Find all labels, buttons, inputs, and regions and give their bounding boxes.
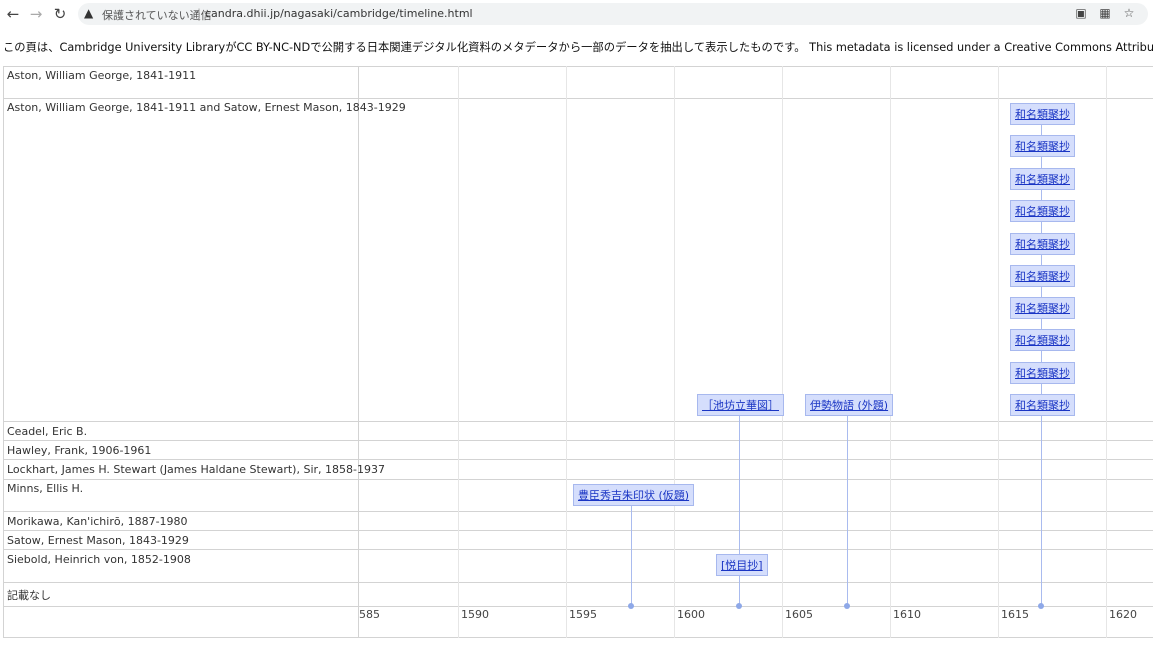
row-divider: [3, 637, 1153, 638]
warning-icon[interactable]: ▲: [84, 6, 93, 20]
table-border-left: [3, 66, 4, 638]
axis-tick: 1620: [1109, 608, 1137, 621]
bookmark-star-icon[interactable]: ☆: [1121, 6, 1137, 20]
year-gridline: [458, 66, 459, 638]
event-wamyo-ruijusho[interactable]: 和名類聚抄: [1010, 103, 1075, 125]
row-divider: [3, 549, 1153, 550]
row-label-aston: Aston, William George, 1841-1911: [7, 69, 197, 82]
row-label-hawley: Hawley, Frank, 1906-1961: [7, 444, 152, 457]
row-label-morikawa: Morikawa, Kan'ichirō, 1887-1980: [7, 515, 188, 528]
axis-tick: 585: [359, 608, 380, 621]
row-divider: [3, 459, 1153, 460]
row-label-unrecorded: 記載なし: [7, 589, 51, 602]
row-label-siebold: Siebold, Heinrich von, 1852-1908: [7, 553, 191, 566]
axis-tick: 1615: [1001, 608, 1029, 621]
address-bar[interactable]: ▲ 保護されていない通信 | candra.dhii.jp/nagasaki/c…: [78, 3, 1148, 25]
row-divider: [3, 606, 1153, 607]
event-wamyo-ruijusho[interactable]: 和名類聚抄: [1010, 362, 1075, 384]
event-ise-monogatari[interactable]: 伊勢物語 (外題): [805, 394, 894, 416]
row-divider: [3, 479, 1153, 480]
back-icon[interactable]: ←: [2, 3, 24, 25]
reload-icon[interactable]: ↻: [49, 3, 71, 25]
event-toyotomi-shuinjo[interactable]: 豊臣秀吉朱印状 (仮題): [573, 484, 695, 506]
event-wamyo-ruijusho[interactable]: 和名類聚抄: [1010, 168, 1075, 190]
row-label-minns: Minns, Ellis H.: [7, 482, 84, 495]
license-notice: この頁は、Cambridge University LibraryがCC BY-…: [3, 41, 1153, 54]
event-wamyo-ruijusho[interactable]: 和名類聚抄: [1010, 394, 1075, 416]
event-ikenobo-rikka-zu[interactable]: ［池坊立華図］: [697, 394, 784, 416]
label-column-divider: [358, 66, 359, 638]
year-gridline: [674, 66, 675, 638]
install-app-icon[interactable]: ▣: [1073, 6, 1089, 20]
qr-code-icon[interactable]: ▦: [1097, 6, 1113, 20]
row-divider: [3, 98, 1153, 99]
event-wamyo-ruijusho[interactable]: 和名類聚抄: [1010, 265, 1075, 287]
year-gridline: [1106, 66, 1107, 638]
axis-tick: 1610: [893, 608, 921, 621]
address-separator: |: [197, 7, 202, 21]
row-label-aston-satow: Aston, William George, 1841-1911 and Sat…: [7, 101, 406, 114]
axis-tick: 1600: [677, 608, 705, 621]
event-dot: [736, 603, 742, 609]
year-gridline: [566, 66, 567, 638]
row-label-satow: Satow, Ernest Mason, 1843-1929: [7, 534, 189, 547]
year-gridline: [782, 66, 783, 638]
event-stem: [631, 505, 632, 606]
row-divider: [3, 582, 1153, 583]
row-label-ceadel: Ceadel, Eric B.: [7, 425, 88, 438]
event-dot: [844, 603, 850, 609]
row-divider: [3, 530, 1153, 531]
axis-tick: 1605: [785, 608, 813, 621]
event-wamyo-ruijusho[interactable]: 和名類聚抄: [1010, 297, 1075, 319]
row-divider: [3, 421, 1153, 422]
url-text[interactable]: candra.dhii.jp/nagasaki/cambridge/timeli…: [205, 7, 473, 20]
event-wamyo-ruijusho[interactable]: 和名類聚抄: [1010, 329, 1075, 351]
event-wamyo-ruijusho[interactable]: 和名類聚抄: [1010, 233, 1075, 255]
timeline-table: Aston, William George, 1841-1911 Aston, …: [3, 66, 1153, 638]
event-dot: [628, 603, 634, 609]
event-etsumokusho[interactable]: [悦目抄]: [716, 554, 768, 576]
event-wamyo-ruijusho[interactable]: 和名類聚抄: [1010, 135, 1075, 157]
row-divider: [3, 66, 1153, 67]
security-label[interactable]: 保護されていない通信: [102, 7, 212, 23]
year-gridline: [890, 66, 891, 638]
browser-toolbar: ← → ↻ ▲ 保護されていない通信 | candra.dhii.jp/naga…: [0, 0, 1153, 28]
event-dot: [1038, 603, 1044, 609]
event-stem: [739, 416, 740, 606]
event-wamyo-ruijusho[interactable]: 和名類聚抄: [1010, 200, 1075, 222]
year-gridline: [998, 66, 999, 638]
event-stem: [847, 416, 848, 606]
forward-icon[interactable]: →: [25, 3, 47, 25]
axis-tick: 1590: [461, 608, 489, 621]
row-divider: [3, 440, 1153, 441]
row-divider: [3, 511, 1153, 512]
axis-tick: 1595: [569, 608, 597, 621]
row-label-lockhart: Lockhart, James H. Stewart (James Haldan…: [7, 463, 385, 476]
